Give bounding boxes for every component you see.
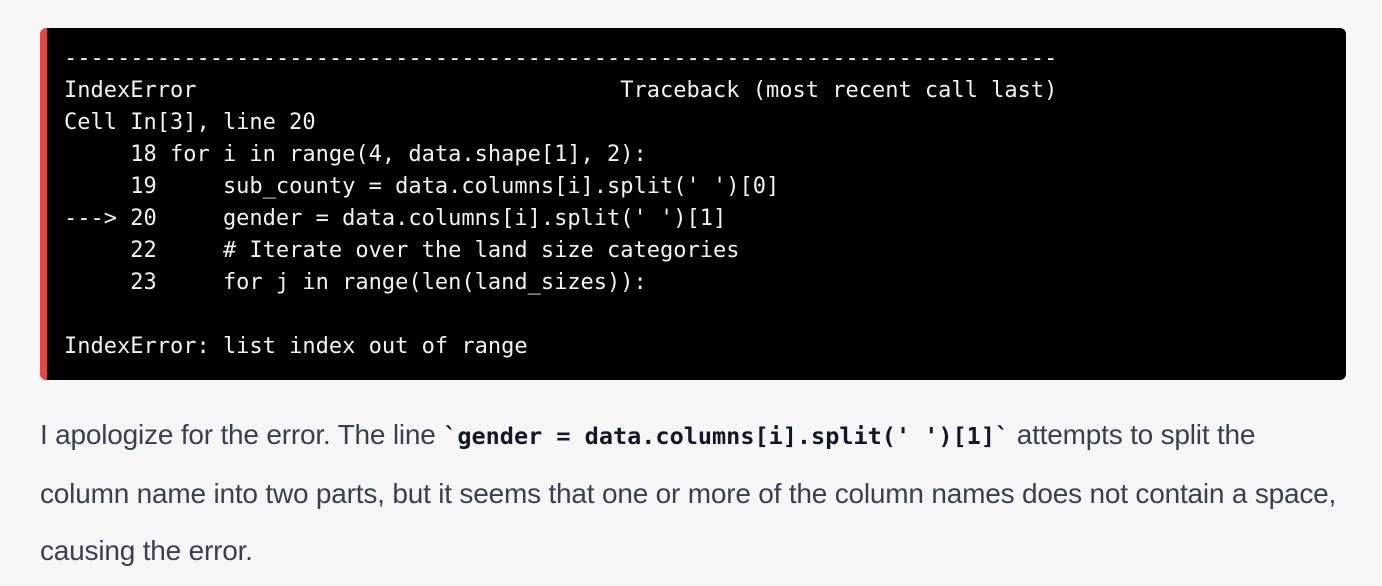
response-text-before: I apologize for the error. The line (40, 419, 444, 450)
traceback-line: 19 sub_county = data.columns[i].split(' … (64, 174, 780, 199)
assistant-response-paragraph: I apologize for the error. The line `gen… (40, 406, 1350, 579)
traceback-line: 18 for i in range(4, data.shape[1], 2): (64, 142, 647, 167)
inline-code-snippet: `gender = data.columns[i].split(' ')[1]` (443, 422, 1010, 450)
traceback-line: 23 for j in range(len(land_sizes)): (64, 270, 647, 295)
traceback-line: 22 # Iterate over the land size categori… (64, 238, 740, 263)
error-output-block: ----------------------------------------… (40, 28, 1346, 380)
traceback-line (64, 299, 1057, 331)
traceback-line: ----------------------------------------… (64, 46, 1058, 71)
traceback-line: IndexError: list index out of range (64, 334, 528, 359)
traceback-line: Cell In[3], line 20 (64, 110, 316, 135)
traceback-text: ----------------------------------------… (64, 43, 1057, 363)
traceback-line: ---> 20 gender = data.columns[i].split('… (64, 206, 727, 231)
traceback-line: IndexError Traceback (most recent call l… (64, 78, 1058, 103)
